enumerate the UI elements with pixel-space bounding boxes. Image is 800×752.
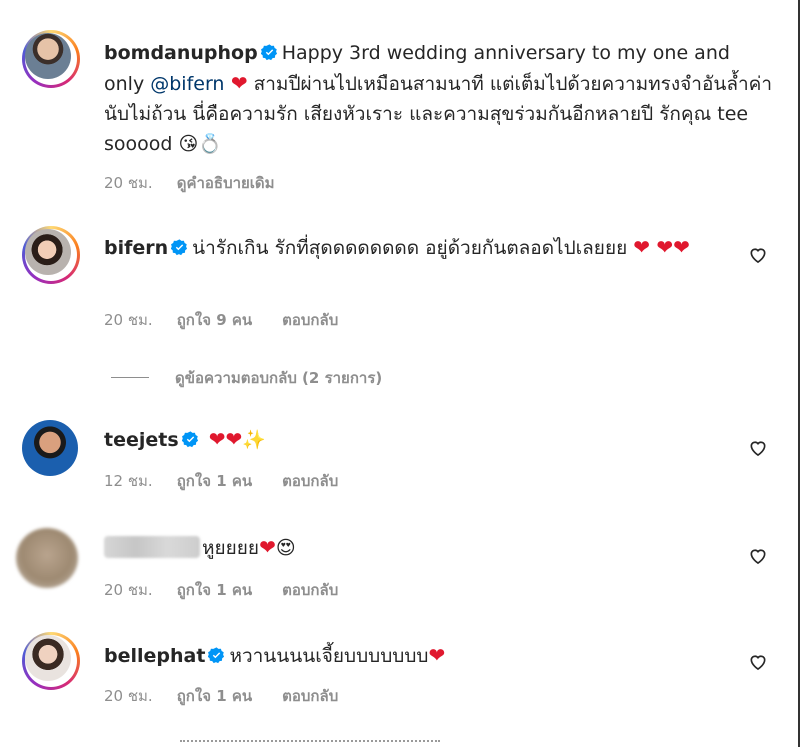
blurred-username[interactable] — [104, 536, 200, 558]
mention-link[interactable]: @bifern — [150, 73, 224, 95]
reply-button[interactable]: ตอบกลับ — [282, 472, 338, 490]
comment-item: teejets ❤❤✨ 12 ชม. ถูกใจ 1 คน ตอบกลับ — [0, 400, 790, 500]
like-count[interactable]: ถูกใจ 9 คน — [177, 311, 252, 329]
comment-body: bomdanuphop Happy 3rd wedding anniversary… — [104, 38, 774, 159]
comment-meta: 12 ชม. ถูกใจ 1 คน ตอบกลับ — [104, 469, 368, 493]
see-original-caption[interactable]: ดูคำอธิบายเดิม — [177, 174, 275, 192]
view-replies-label: ดูข้อความตอบกลับ (2 รายการ) — [175, 369, 383, 387]
username[interactable]: teejets — [104, 429, 179, 451]
reply-button[interactable]: ตอบกลับ — [282, 687, 338, 705]
heart-eyes-emoji: 😍 — [275, 537, 296, 559]
replies-divider — [111, 377, 149, 378]
heart-outline-icon[interactable] — [748, 652, 768, 672]
comment-text: หูยยยย — [202, 537, 260, 559]
verified-badge-icon — [181, 431, 198, 448]
next-comment-cutoff — [180, 740, 440, 752]
heart-outline-icon[interactable] — [748, 438, 768, 458]
username[interactable]: bifern — [104, 237, 168, 259]
username[interactable]: bellephat — [104, 645, 205, 667]
like-count[interactable]: ถูกใจ 1 คน — [177, 472, 252, 490]
comment-body: bifern น่ารักเกิน รักที่สุดดดดดดดด อยู่ด้… — [104, 232, 744, 263]
comment-meta: 20 ชม. ดูคำอธิบายเดิม — [104, 171, 305, 195]
like-count[interactable]: ถูกใจ 1 คน — [177, 687, 252, 705]
heart-emoji: ❤ — [224, 71, 248, 95]
comment-meta: 20 ชม. ถูกใจ 1 คน ตอบกลับ — [104, 684, 368, 708]
heart-emojis: ❤ ❤❤ — [633, 235, 690, 259]
comment-text: น่ารักเกิน รักที่สุดดดดดดดด อยู่ด้วยกันต… — [192, 237, 628, 259]
heart-outline-icon[interactable] — [748, 546, 768, 566]
timestamp[interactable]: 20 ชม. — [104, 687, 153, 705]
avatar[interactable] — [22, 30, 80, 88]
comment-emojis: 😘💍 — [178, 133, 222, 155]
verified-badge-icon — [208, 647, 225, 664]
like-count[interactable]: ถูกใจ 1 คน — [177, 581, 252, 599]
comment-item: หูยยยย❤😍 20 ชม. ถูกใจ 1 คน ตอบกลับ — [0, 510, 790, 620]
heart-emoji: ❤ — [428, 643, 446, 667]
comment-body: bellephat หวานนนนเจี้ยบบบบบบบ❤ — [104, 640, 744, 671]
caption-comment: bomdanuphop Happy 3rd wedding anniversary… — [0, 0, 790, 200]
comment-meta: 20 ชม. ถูกใจ 9 คน ตอบกลับ — [104, 308, 368, 332]
comment-text: หวานนนนเจี้ยบบบบบบบ — [229, 645, 429, 667]
verified-badge-icon — [260, 44, 277, 61]
heart-outline-icon[interactable] — [748, 245, 768, 265]
avatar[interactable] — [16, 528, 78, 588]
reply-button[interactable]: ตอบกลับ — [282, 311, 338, 329]
comment-body: teejets ❤❤✨ — [104, 424, 744, 455]
username[interactable]: bomdanuphop — [104, 42, 258, 64]
avatar[interactable] — [22, 420, 78, 476]
timestamp[interactable]: 20 ชม. — [104, 174, 153, 192]
view-replies-button[interactable]: ดูข้อความตอบกลับ (2 รายการ) — [111, 366, 382, 390]
heart-emoji: ❤ — [259, 535, 276, 559]
sparkle-emoji: ✨ — [242, 429, 266, 451]
comment-item: bifern น่ารักเกิน รักที่สุดดดดดดดด อยู่ด้… — [0, 200, 790, 400]
comment-item: bellephat หวานนนนเจี้ยบบบบบบบ❤ 20 ชม. ถูกใ… — [0, 620, 790, 730]
comment-meta: 20 ชม. ถูกใจ 1 คน ตอบกลับ — [104, 578, 368, 602]
heart-emojis: ❤❤ — [208, 427, 243, 451]
avatar[interactable] — [22, 226, 80, 284]
timestamp[interactable]: 12 ชม. — [104, 472, 153, 490]
reply-button[interactable]: ตอบกลับ — [282, 581, 338, 599]
timestamp[interactable]: 20 ชม. — [104, 311, 153, 329]
avatar[interactable] — [22, 632, 80, 690]
verified-badge-icon — [171, 239, 188, 256]
comment-body: หูยยยย❤😍 — [104, 532, 744, 563]
timestamp[interactable]: 20 ชม. — [104, 581, 153, 599]
